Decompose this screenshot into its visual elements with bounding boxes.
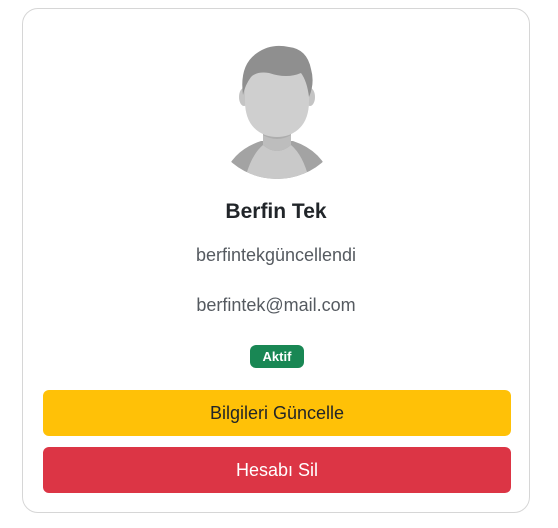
profile-name: Berfin Tek xyxy=(225,200,327,223)
update-info-button[interactable]: Bilgileri Güncelle xyxy=(43,390,511,436)
delete-account-button[interactable]: Hesabı Sil xyxy=(43,447,511,493)
profile-username: berfintekgüncellendi xyxy=(195,245,357,265)
profile-email: berfintek@mail.com xyxy=(196,295,356,315)
profile-card: Berfin Tek berfintekgüncellendi berfinte… xyxy=(22,8,530,513)
user-avatar-icon xyxy=(223,45,331,179)
status-badge: Aktif xyxy=(250,345,304,368)
